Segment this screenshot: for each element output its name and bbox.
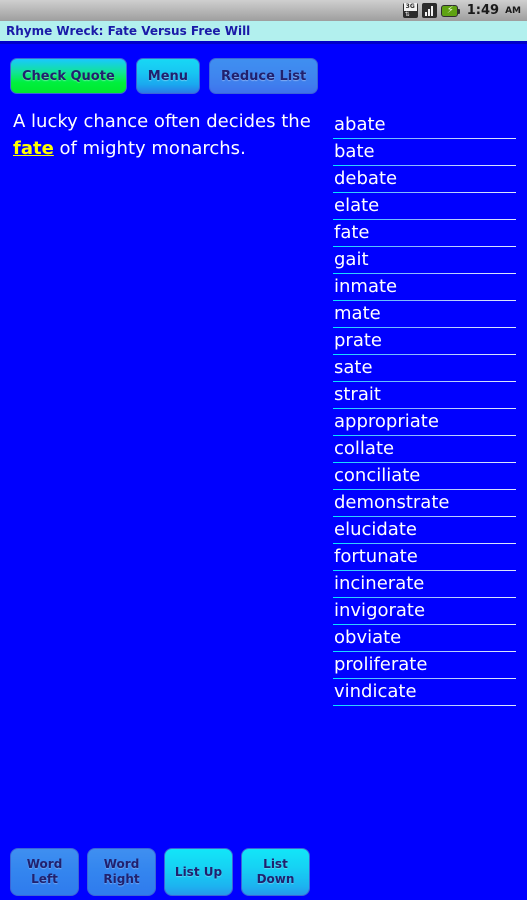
rhyme-list-item[interactable]: debate xyxy=(333,166,516,193)
rhyme-list-item[interactable]: vindicate xyxy=(333,679,516,706)
bottom-navigation-bar: Word Left Word Right List Up List Down xyxy=(10,848,310,896)
list-up-line1: List Up xyxy=(174,864,223,879)
word-right-line2: Right xyxy=(103,872,140,886)
status-time: 1:49 xyxy=(466,3,500,18)
rhyme-list-item-label: sate xyxy=(334,357,373,378)
rhyme-list-item[interactable]: abate xyxy=(333,112,516,139)
rhyme-list-item[interactable]: bate xyxy=(333,139,516,166)
rhyme-list-item-label: abate xyxy=(334,114,386,135)
rhyme-list-item-label: invigorate xyxy=(334,600,426,621)
list-down-button[interactable]: List Down xyxy=(241,848,310,896)
rhyme-list-item[interactable]: collate xyxy=(333,436,516,463)
rhyme-list-item[interactable]: appropriate xyxy=(333,409,516,436)
quote-area: A lucky chance often decides the fate of… xyxy=(13,108,313,162)
rhyme-list-item-label: demonstrate xyxy=(334,492,450,513)
rhyme-list-item[interactable]: invigorate xyxy=(333,598,516,625)
rhyme-list-item-label: elucidate xyxy=(334,519,417,540)
list-up-button[interactable]: List Up xyxy=(164,848,233,896)
quote-suffix: of mighty monarchs. xyxy=(53,138,246,159)
network-3g-icon: 3G ⇅ xyxy=(402,3,418,18)
rhyme-list-item[interactable]: strait xyxy=(333,382,516,409)
network-3g-label: 3G xyxy=(403,3,417,11)
check-quote-button[interactable]: Check Quote xyxy=(10,58,127,94)
rhyme-list-item[interactable]: fate xyxy=(333,220,516,247)
rhyme-word-list[interactable]: abate bate debate elate fate gait inmate mate pr… xyxy=(333,112,516,706)
app-title-bar: Rhyme Wreck: Fate Versus Free Will xyxy=(0,21,527,44)
battery-charging-icon: ⚡ xyxy=(440,4,460,17)
word-left-line1: Word xyxy=(26,857,63,871)
top-toolbar: Check Quote Menu Reduce List xyxy=(10,58,319,94)
rhyme-list-item[interactable]: demonstrate xyxy=(333,490,516,517)
word-right-button[interactable]: Word Right xyxy=(87,848,156,896)
rhyme-list-item-label: debate xyxy=(334,168,398,189)
rhyme-list-item-label: mate xyxy=(334,303,381,324)
rhyme-list-item-label: gait xyxy=(334,249,369,270)
quote-prefix: A lucky chance often decides the xyxy=(13,111,311,132)
list-down-line2: Down xyxy=(256,872,295,886)
rhyme-list-item[interactable]: elucidate xyxy=(333,517,516,544)
network-updown-arrows-icon: ⇅ xyxy=(404,11,410,18)
word-left-line2: Left xyxy=(31,872,58,886)
rhyme-list-item[interactable]: prate xyxy=(333,328,516,355)
rhyme-list-item[interactable]: incinerate xyxy=(333,571,516,598)
rhyme-list-item-label: incinerate xyxy=(334,573,425,594)
rhyme-list-item-label: prate xyxy=(334,330,382,351)
signal-bar-1 xyxy=(425,12,428,16)
rhyme-list-item-label: vindicate xyxy=(334,681,417,702)
rhyme-list-item-label: appropriate xyxy=(334,411,439,432)
rhyme-list-item-label: inmate xyxy=(334,276,398,297)
list-down-line1: List xyxy=(263,857,288,871)
signal-bars-icon xyxy=(421,3,437,18)
rhyme-list-item[interactable]: fortunate xyxy=(333,544,516,571)
rhyme-list-item-label: proliferate xyxy=(334,654,428,675)
rhyme-list-separator xyxy=(333,705,516,706)
rhyme-list-item[interactable]: obviate xyxy=(333,625,516,652)
menu-button[interactable]: Menu xyxy=(135,58,201,94)
rhyme-list-item-label: fate xyxy=(334,222,370,243)
rhyme-list-item-label: collate xyxy=(334,438,395,459)
page-title: Rhyme Wreck: Fate Versus Free Will xyxy=(6,24,251,38)
status-ampm: AM xyxy=(505,5,521,16)
rhyme-list-item-label: bate xyxy=(334,141,375,162)
signal-bar-2 xyxy=(428,9,431,16)
rhyme-list-item[interactable]: proliferate xyxy=(333,652,516,679)
word-right-line1: Word xyxy=(103,857,140,871)
rhyme-list-item[interactable]: conciliate xyxy=(333,463,516,490)
rhyme-list-item-label: strait xyxy=(334,384,381,405)
rhyme-list-item[interactable]: mate xyxy=(333,301,516,328)
rhyme-list-item[interactable]: elate xyxy=(333,193,516,220)
status-icons: 3G ⇅ ⚡ 1:49 AM xyxy=(402,3,521,18)
rhyme-list-item-label: obviate xyxy=(334,627,402,648)
word-left-button[interactable]: Word Left xyxy=(10,848,79,896)
rhyme-list-item[interactable]: sate xyxy=(333,355,516,382)
android-status-bar: 3G ⇅ ⚡ 1:49 AM xyxy=(0,0,527,21)
rhyme-list-item[interactable]: gait xyxy=(333,247,516,274)
quote-text: A lucky chance often decides the fate of… xyxy=(13,108,313,162)
quote-highlight-word[interactable]: fate xyxy=(13,138,54,159)
rhyme-list-item-label: elate xyxy=(334,195,380,216)
signal-bar-3 xyxy=(431,6,434,16)
battery-bolt-icon: ⚡ xyxy=(446,4,454,16)
rhyme-list-item-label: fortunate xyxy=(334,546,418,567)
rhyme-list-item-label: conciliate xyxy=(334,465,421,486)
reduce-list-button[interactable]: Reduce List xyxy=(209,58,319,94)
rhyme-list-item[interactable]: inmate xyxy=(333,274,516,301)
